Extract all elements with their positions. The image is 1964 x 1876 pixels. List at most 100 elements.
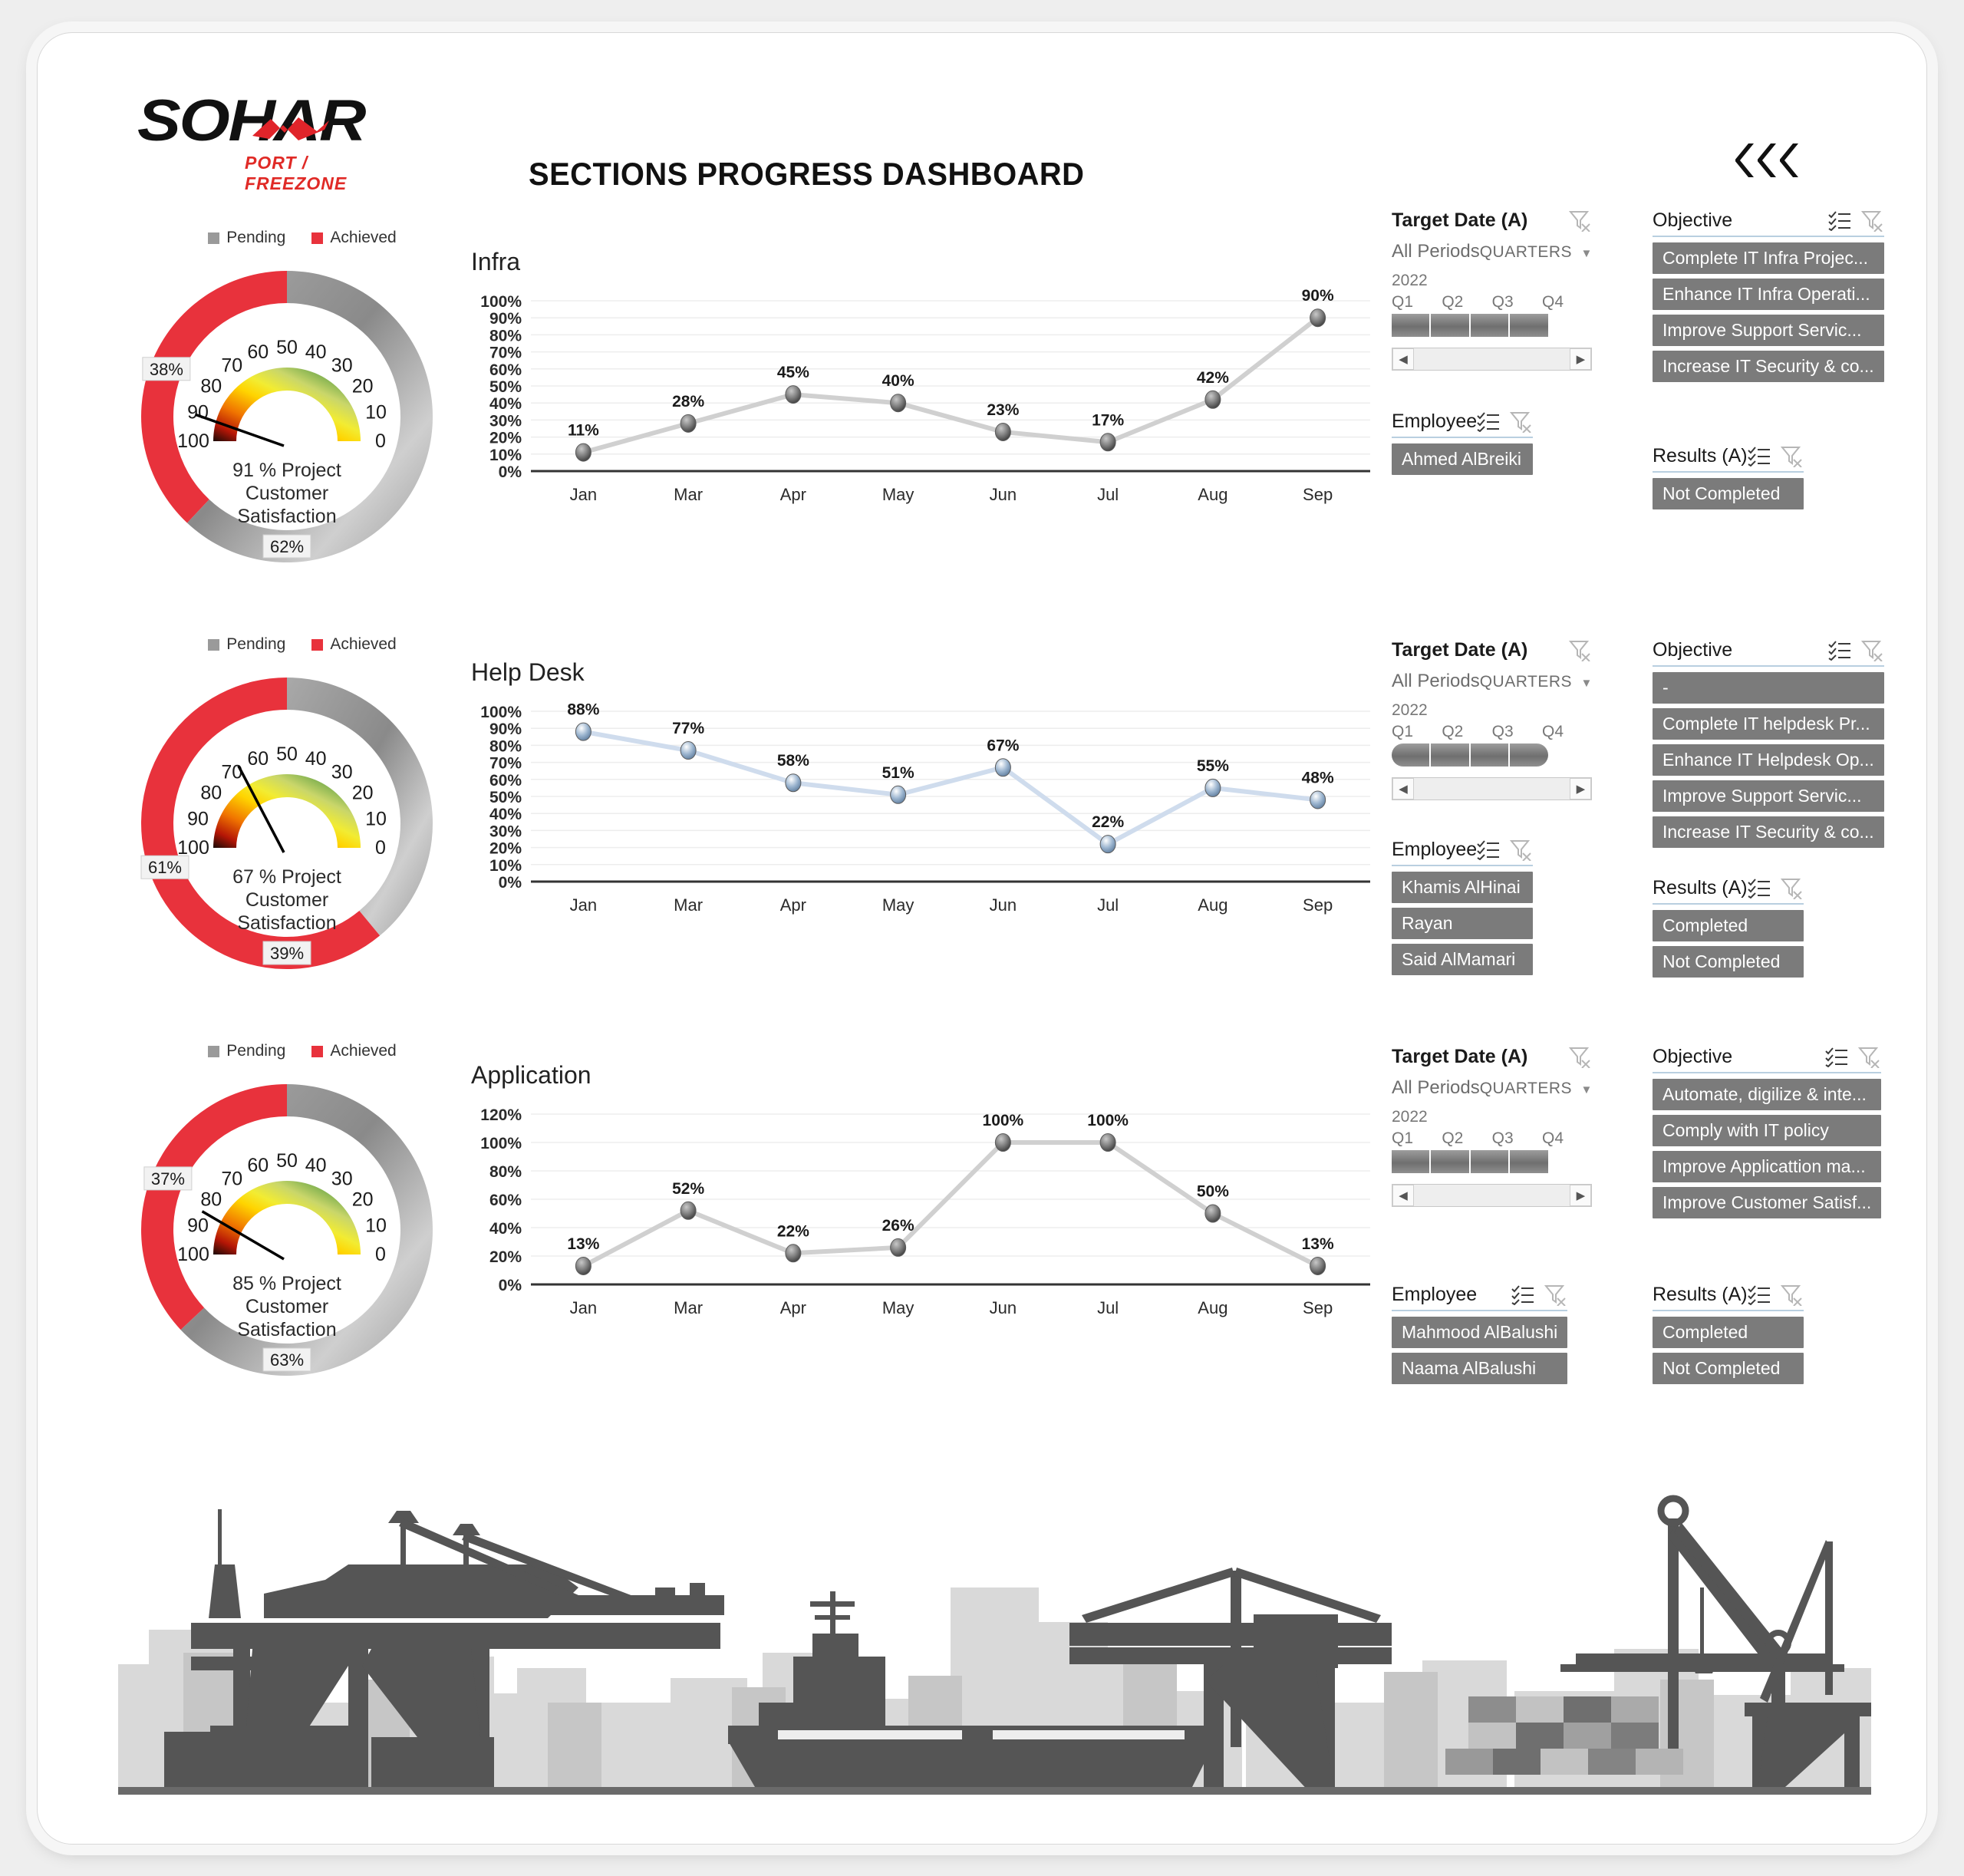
slicer-option[interactable]: - <box>1653 672 1884 704</box>
slicer-option[interactable]: Comply with IT policy <box>1653 1115 1882 1146</box>
chart-data-point[interactable] <box>575 1256 592 1275</box>
slicer-option[interactable]: Improve Applicattion ma... <box>1653 1151 1882 1182</box>
slicer-option[interactable]: Mahmood AlBalushi <box>1392 1317 1568 1348</box>
multi-select-icon[interactable] <box>1747 878 1771 898</box>
chart-data-point[interactable] <box>680 414 697 433</box>
timeline-quarter-cell[interactable] <box>1392 314 1432 337</box>
timeline-quarter-cell[interactable] <box>1471 314 1511 337</box>
slicer-option[interactable]: Increase IT Security & co... <box>1653 351 1884 382</box>
timeline-granularity-dropdown[interactable]: QUARTERS ▼ <box>1480 1080 1593 1098</box>
slicer-option[interactable]: Said AlMamari <box>1392 944 1534 975</box>
slicer-option[interactable]: Khamis AlHinai <box>1392 872 1534 903</box>
slicer-option[interactable]: Not Completed <box>1653 946 1804 978</box>
timeline-granularity-dropdown[interactable]: QUARTERS ▼ <box>1480 243 1593 262</box>
timeline-scrollbar[interactable]: ◀ ▶ <box>1392 1184 1593 1207</box>
slicer-option[interactable]: Increase IT Security & co... <box>1653 816 1884 848</box>
chart-data-point[interactable] <box>680 741 697 760</box>
chart-data-point[interactable] <box>1099 433 1116 452</box>
chart-data-point[interactable] <box>575 722 592 741</box>
chart-data-point[interactable] <box>994 1133 1011 1152</box>
slicer-option[interactable]: Not Completed <box>1653 478 1804 509</box>
chart-data-point[interactable] <box>785 385 802 404</box>
timeline-quarter-cell[interactable] <box>1392 743 1432 767</box>
chart-data-point[interactable] <box>1204 390 1221 409</box>
chart-data-point[interactable] <box>890 394 907 413</box>
slicer-option[interactable]: Completed <box>1653 1317 1804 1348</box>
multi-select-icon[interactable] <box>1747 446 1771 467</box>
multi-select-icon[interactable] <box>1827 210 1851 231</box>
multi-select-icon[interactable] <box>1511 1284 1534 1305</box>
chart-data-point[interactable] <box>1204 1204 1221 1223</box>
multi-select-icon[interactable] <box>1825 1047 1848 1067</box>
slicer-option[interactable]: Automate, digilize & inte... <box>1653 1079 1882 1110</box>
scrollbar-track[interactable] <box>1414 1185 1570 1206</box>
clear-filter-icon[interactable] <box>1780 446 1804 467</box>
chart-data-point[interactable] <box>1099 835 1116 854</box>
slicer-option[interactable]: Enhance IT Helpdesk Op... <box>1653 744 1884 776</box>
collapse-panel-button[interactable] <box>1735 140 1800 180</box>
chart-data-point[interactable] <box>1310 308 1326 328</box>
chart-data-point[interactable] <box>680 1201 697 1220</box>
chart-data-point[interactable] <box>575 443 592 462</box>
slicer-option[interactable]: Not Completed <box>1653 1353 1804 1384</box>
timeline-quarter-cell[interactable] <box>1510 743 1547 767</box>
clear-filter-icon[interactable] <box>1569 1047 1592 1068</box>
timeline-quarter-cell[interactable] <box>1510 1150 1547 1173</box>
multi-select-icon[interactable] <box>1747 1284 1771 1305</box>
clear-filter-icon[interactable] <box>1780 1284 1804 1306</box>
slicer-option[interactable]: Complete IT Infra Projec... <box>1653 242 1884 274</box>
chart-data-point[interactable] <box>1204 778 1221 797</box>
clear-filter-icon[interactable] <box>1860 640 1884 661</box>
timeline-range-bar[interactable] <box>1392 314 1548 337</box>
multi-select-icon[interactable] <box>1477 839 1500 860</box>
slicer-option[interactable]: Rayan <box>1392 908 1534 939</box>
slicer-option[interactable]: Ahmed AlBreiki <box>1392 443 1534 475</box>
timeline-quarter-cell[interactable] <box>1392 1150 1432 1173</box>
timeline-range-bar[interactable] <box>1392 743 1548 767</box>
timeline-quarter-cell[interactable] <box>1471 1150 1511 1173</box>
clear-filter-icon[interactable] <box>1860 210 1884 232</box>
slicer-option[interactable]: Enhance IT Infra Operati... <box>1653 279 1884 310</box>
scroll-left-icon[interactable]: ◀ <box>1392 348 1414 370</box>
chart-data-point[interactable] <box>994 422 1011 441</box>
timeline-range-bar[interactable] <box>1392 1150 1548 1173</box>
chart-data-point[interactable] <box>890 1238 907 1257</box>
chart-data-point[interactable] <box>890 785 907 804</box>
timeline-quarter-cell[interactable] <box>1471 743 1511 767</box>
clear-filter-icon[interactable] <box>1569 210 1592 232</box>
clear-filter-icon[interactable] <box>1569 640 1592 661</box>
slicer-option[interactable]: Completed <box>1653 910 1804 941</box>
multi-select-icon[interactable] <box>1828 640 1851 661</box>
scroll-right-icon[interactable]: ▶ <box>1570 348 1592 370</box>
scroll-left-icon[interactable]: ◀ <box>1392 1185 1414 1206</box>
timeline-quarter-cell[interactable] <box>1510 314 1547 337</box>
slicer-option[interactable]: Improve Support Servic... <box>1653 315 1884 346</box>
chart-data-point[interactable] <box>994 758 1011 777</box>
chart-data-point[interactable] <box>1310 1256 1326 1275</box>
chart-data-point[interactable] <box>785 1244 802 1263</box>
timeline-quarter-cell[interactable] <box>1431 743 1471 767</box>
slicer-option[interactable]: Naama AlBalushi <box>1392 1353 1568 1384</box>
clear-filter-icon[interactable] <box>1858 1047 1881 1068</box>
slicer-option[interactable]: Improve Support Servic... <box>1653 780 1884 812</box>
scrollbar-track[interactable] <box>1414 348 1570 370</box>
timeline-scrollbar[interactable]: ◀ ▶ <box>1392 777 1593 800</box>
scroll-right-icon[interactable]: ▶ <box>1570 1185 1592 1206</box>
scroll-right-icon[interactable]: ▶ <box>1570 778 1592 800</box>
clear-filter-icon[interactable] <box>1780 878 1804 899</box>
clear-filter-icon[interactable] <box>1510 839 1533 861</box>
timeline-scrollbar[interactable]: ◀ ▶ <box>1392 348 1593 371</box>
slicer-option[interactable]: Improve Customer Satisf... <box>1653 1187 1882 1218</box>
clear-filter-icon[interactable] <box>1544 1284 1567 1306</box>
multi-select-icon[interactable] <box>1477 411 1500 432</box>
timeline-quarter-cell[interactable] <box>1431 314 1471 337</box>
chart-data-point[interactable] <box>1310 790 1326 809</box>
timeline-quarter-cell[interactable] <box>1431 1150 1471 1173</box>
timeline-granularity-dropdown[interactable]: QUARTERS ▼ <box>1480 673 1593 691</box>
scroll-left-icon[interactable]: ◀ <box>1392 778 1414 800</box>
chart-data-point[interactable] <box>785 773 802 793</box>
slicer-option[interactable]: Complete IT helpdesk Pr... <box>1653 708 1884 740</box>
chart-data-point[interactable] <box>1099 1133 1116 1152</box>
clear-filter-icon[interactable] <box>1510 411 1533 433</box>
scrollbar-track[interactable] <box>1414 778 1570 800</box>
